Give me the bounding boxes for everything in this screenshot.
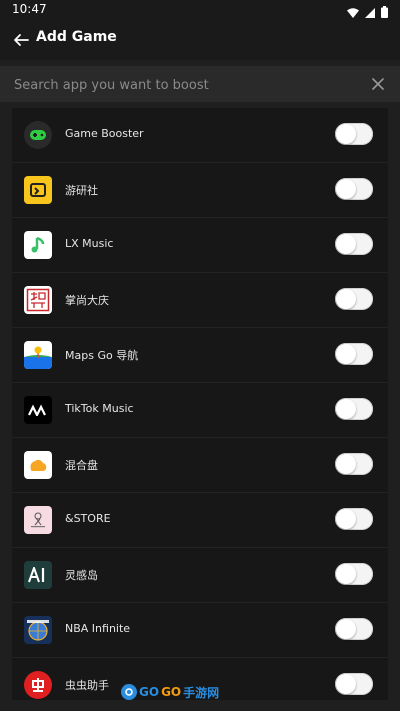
watermark-text-go1: GO (139, 685, 160, 699)
list-item: 灵感岛 (12, 548, 388, 603)
app-name: 虫虫助手 (65, 679, 109, 692)
maps-go-icon (24, 341, 52, 369)
watermark-text-cn: 手游网 (183, 685, 220, 700)
app-toggle[interactable] (335, 618, 373, 640)
app-name: NBA Infinite (65, 622, 131, 635)
app-toggle[interactable] (335, 233, 373, 255)
toggle-knob (336, 399, 356, 419)
nba-infinite-icon (24, 616, 52, 644)
list-item: &STORE (12, 493, 388, 548)
app-toggle[interactable] (335, 453, 373, 475)
linggandao-icon (24, 561, 52, 589)
back-button[interactable] (10, 29, 32, 51)
app-name: 游研社 (65, 184, 98, 197)
app-toggle[interactable] (335, 563, 373, 585)
search-bar (0, 66, 400, 102)
app-bar: Add Game (0, 20, 400, 60)
app-name: Maps Go 导航 (65, 349, 139, 362)
toggle-knob (336, 509, 356, 529)
list-item: 游研社 (12, 163, 388, 218)
toggle-knob (336, 124, 356, 144)
app-name: Game Booster (65, 127, 144, 140)
and-store-icon (24, 506, 52, 534)
app-toggle[interactable] (335, 673, 373, 695)
hunhepan-icon (24, 451, 52, 479)
toggle-knob (336, 289, 356, 309)
tiktok-music-icon (24, 396, 52, 424)
search-input[interactable] (12, 74, 356, 96)
status-bar: 10:47 (0, 0, 400, 20)
app-name: &STORE (65, 512, 111, 525)
app-toggle[interactable] (335, 398, 373, 420)
toggle-knob (336, 179, 356, 199)
app-name: TikTok Music (65, 402, 134, 415)
game-booster-icon (24, 121, 52, 149)
app-name: LX Music (65, 237, 114, 250)
list-item: Game Booster (12, 108, 388, 163)
youyanshe-icon (24, 176, 52, 204)
toggle-knob (336, 619, 356, 639)
clear-search-button[interactable] (370, 76, 386, 92)
chongchong-zhushou-icon (24, 671, 52, 699)
list-item: 混合盘 (12, 438, 388, 493)
toggle-knob (336, 674, 356, 694)
app-name: 灵感岛 (65, 569, 98, 582)
toggle-knob (336, 234, 356, 254)
list-item: TikTok Music (12, 383, 388, 438)
watermark-logo-icon (121, 684, 137, 700)
watermark: GO GO 手游网 (121, 682, 219, 702)
list-item: Maps Go 导航 (12, 328, 388, 383)
watermark-text-go2: GO (161, 685, 182, 699)
app-name: 混合盘 (65, 459, 98, 472)
close-icon (372, 78, 384, 90)
toggle-knob (336, 344, 356, 364)
zhangshang-daqing-icon (24, 286, 52, 314)
app-list: Game Booster 游研社 LX Music 掌尚大庆 Maps Go 导… (12, 108, 388, 700)
toggle-knob (336, 564, 356, 584)
app-toggle[interactable] (335, 508, 373, 530)
app-name: 掌尚大庆 (65, 294, 109, 307)
list-item: 掌尚大庆 (12, 273, 388, 328)
app-toggle[interactable] (335, 123, 373, 145)
page-title: Add Game (36, 29, 117, 45)
app-toggle[interactable] (335, 288, 373, 310)
lx-music-icon (24, 231, 52, 259)
toggle-knob (336, 454, 356, 474)
list-item: LX Music (12, 218, 388, 273)
app-toggle[interactable] (335, 178, 373, 200)
app-toggle[interactable] (335, 343, 373, 365)
status-time: 10:47 (12, 2, 47, 16)
arrow-left-icon (14, 34, 29, 46)
list-item: NBA Infinite (12, 603, 388, 658)
